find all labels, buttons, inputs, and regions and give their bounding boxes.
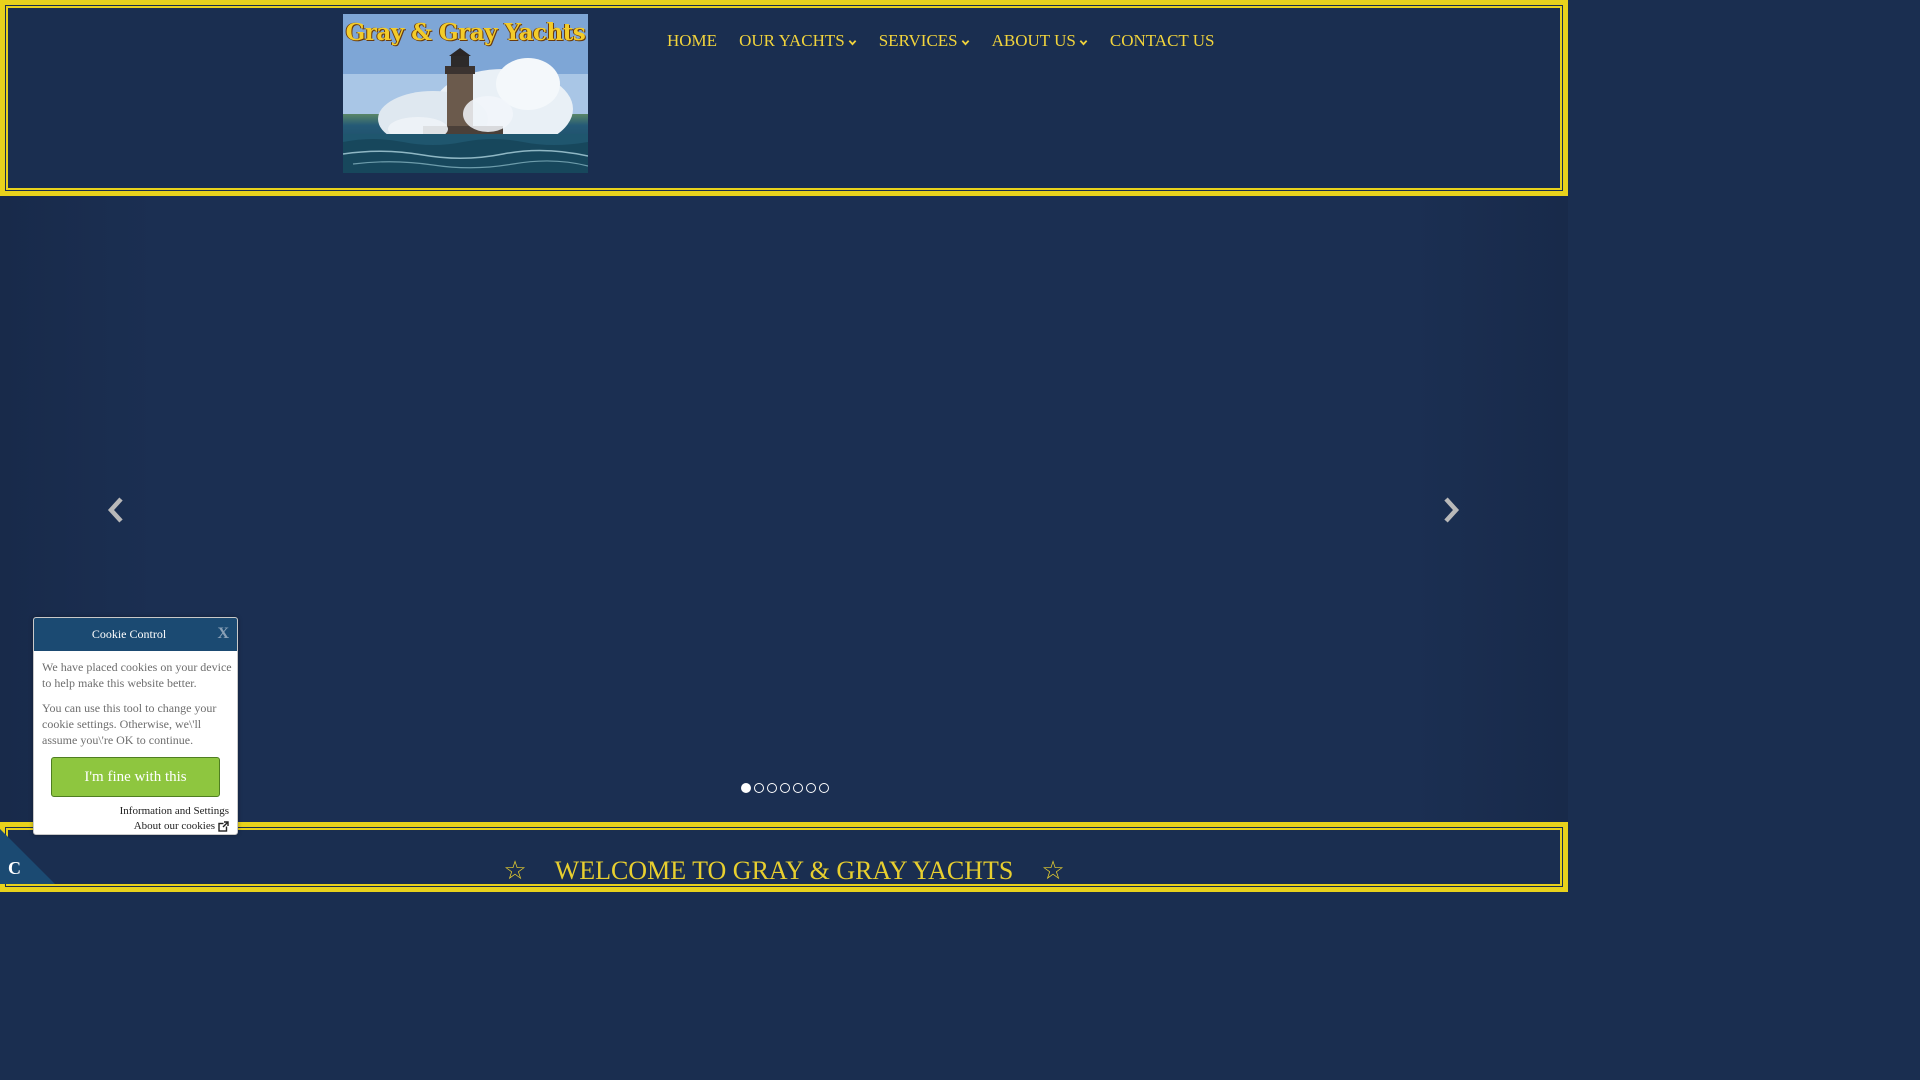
chevron-down-icon bbox=[961, 39, 969, 45]
close-icon[interactable]: X bbox=[217, 625, 229, 643]
chevron-left-icon[interactable] bbox=[104, 495, 128, 525]
nav-item-home[interactable]: HOME bbox=[667, 31, 717, 51]
star-icon: ☆ bbox=[1041, 856, 1065, 885]
main-nav: HOME OUR YACHTS SERVICES ABOUT US CONTAC… bbox=[667, 31, 1236, 51]
nav-item-label: HOME bbox=[667, 31, 718, 50]
cookie-info-link[interactable]: Information and Settings bbox=[120, 805, 229, 817]
nav-item-label: ABOUT US bbox=[991, 31, 1076, 50]
nav-item-our-yachts[interactable]: OUR YACHTS bbox=[739, 31, 857, 51]
nav-item-label: OUR YACHTS bbox=[739, 31, 845, 50]
nav-item-label: SERVICES bbox=[878, 31, 958, 50]
nav-item-contact-us[interactable]: CONTACT US bbox=[1110, 31, 1215, 51]
chevron-right-icon[interactable] bbox=[1439, 495, 1463, 525]
chevron-down-icon bbox=[1079, 39, 1088, 45]
slider-indicators bbox=[741, 783, 829, 793]
site-logo[interactable]: Gray & Gray Yachts bbox=[343, 14, 588, 173]
about-cookies-link[interactable]: About our cookies bbox=[134, 820, 229, 832]
slider-dot[interactable] bbox=[780, 783, 790, 793]
cookie-control-panel: Cookie Control X We have placed cookies … bbox=[33, 617, 238, 835]
slider-dot[interactable] bbox=[741, 783, 751, 793]
cookie-header: Cookie Control X bbox=[34, 618, 237, 651]
slider-dot[interactable] bbox=[754, 783, 764, 793]
cookie-text-1: We have placed cookies on your device to… bbox=[42, 660, 232, 690]
slider-dot[interactable] bbox=[819, 783, 829, 793]
logo-title: Gray & Gray Yachts bbox=[345, 19, 586, 46]
cookie-control-toggle-letter[interactable]: C bbox=[8, 858, 21, 879]
nav-item-label: CONTACT US bbox=[1109, 31, 1215, 50]
welcome-title-text: WELCOME TO GRAY & GRAY YACHTS bbox=[554, 856, 1014, 885]
accept-cookies-button[interactable]: I'm fine with this bbox=[51, 757, 220, 797]
slider-dot[interactable] bbox=[793, 783, 803, 793]
star-icon: ☆ bbox=[503, 856, 527, 885]
slider-dot[interactable] bbox=[767, 783, 777, 793]
chevron-down-icon bbox=[848, 39, 857, 45]
about-cookies-label: About our cookies bbox=[133, 820, 215, 832]
cookie-text-2: You can use this tool to change your coo… bbox=[42, 701, 217, 747]
nav-item-about-us[interactable]: ABOUT US bbox=[992, 31, 1088, 51]
external-link-icon bbox=[218, 820, 229, 832]
slider-dot[interactable] bbox=[806, 783, 816, 793]
site-header: Gray & Gray Yachts HOME OUR YACHTS SERVI… bbox=[0, 0, 1568, 196]
cookie-title: Cookie Control bbox=[91, 627, 167, 641]
welcome-heading: ☆ WELCOME TO GRAY & GRAY YACHTS ☆ bbox=[5, 856, 1563, 886]
nav-item-services[interactable]: SERVICES bbox=[879, 31, 970, 51]
